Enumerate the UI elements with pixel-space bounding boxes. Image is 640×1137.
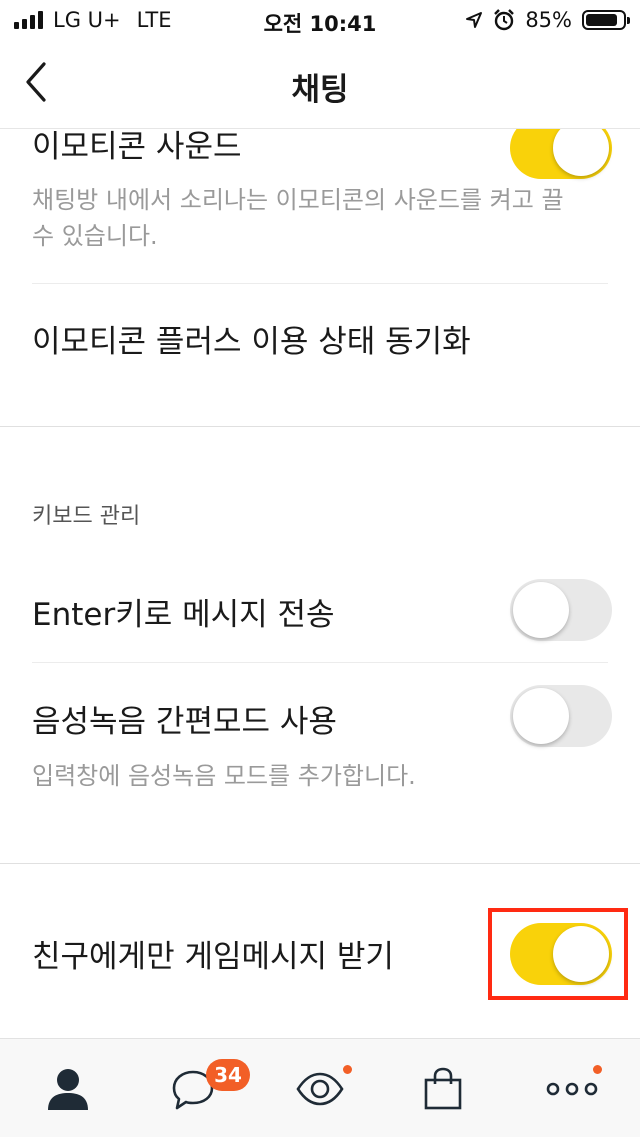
page-title: 채팅 — [291, 72, 349, 108]
eye-icon — [296, 1072, 344, 1106]
tab-view[interactable] — [255, 1039, 383, 1137]
friends-game-messages-label: 친구에게만 게임메시지 받기 — [32, 939, 394, 975]
section-divider — [0, 426, 640, 427]
emoticon-plus-sync-item[interactable]: 이모티콘 플러스 이용 상태 동기화 — [32, 316, 471, 361]
more-icon — [546, 1082, 598, 1096]
status-right: 85% — [465, 8, 630, 32]
location-arrow-icon — [466, 12, 483, 28]
voice-simple-mode-label: 음성녹음 간편모드 사용 — [32, 704, 337, 740]
status-bar: LG U+ LTE 오전 10:41 85% — [0, 0, 640, 40]
tab-friends[interactable] — [5, 1039, 133, 1137]
row-divider — [32, 283, 608, 284]
toggle-knob — [513, 688, 569, 744]
voice-simple-mode-description: 입력창에 음성녹음 모드를 추가합니다. — [32, 762, 416, 790]
section-divider — [0, 863, 640, 864]
person-icon — [48, 1069, 88, 1110]
battery-fill — [586, 14, 617, 26]
emoticon-sound-description: 채팅방 내에서 소리나는 이모티콘의 사운드를 켜고 끌 수 있습니다. — [32, 186, 564, 250]
battery-percent: 85% — [525, 8, 572, 32]
settings-list[interactable]: 이모티콘 사운드 채팅방 내에서 소리나는 이모티콘의 사운드를 켜고 끌 수 … — [0, 129, 640, 1036]
tab-shopping[interactable] — [380, 1039, 508, 1137]
unread-badge: 34 — [206, 1059, 250, 1091]
highlight-box — [488, 908, 628, 1000]
emoticon-sound-toggle[interactable] — [510, 129, 612, 179]
tab-chats[interactable]: 34 — [130, 1039, 258, 1137]
enter-to-send-label: Enter키로 메시지 전송 — [32, 597, 335, 633]
toggle-knob — [553, 129, 609, 176]
new-dot — [343, 1065, 352, 1074]
shopping-bag-icon — [424, 1067, 462, 1110]
tab-more[interactable] — [505, 1039, 633, 1137]
keyboard-section-header: 키보드 관리 — [32, 504, 141, 529]
toggle-knob — [513, 582, 569, 638]
navigation-bar: 채팅 — [0, 40, 640, 129]
tab-bar: 34 — [0, 1038, 640, 1137]
emoticon-sound-label: 이모티콘 사운드 — [32, 129, 242, 165]
battery-icon — [582, 10, 630, 30]
new-dot — [593, 1065, 602, 1074]
voice-simple-mode-toggle[interactable] — [510, 685, 612, 747]
row-divider — [32, 662, 608, 663]
enter-to-send-toggle[interactable] — [510, 579, 612, 641]
alarm-clock-icon — [494, 9, 515, 31]
